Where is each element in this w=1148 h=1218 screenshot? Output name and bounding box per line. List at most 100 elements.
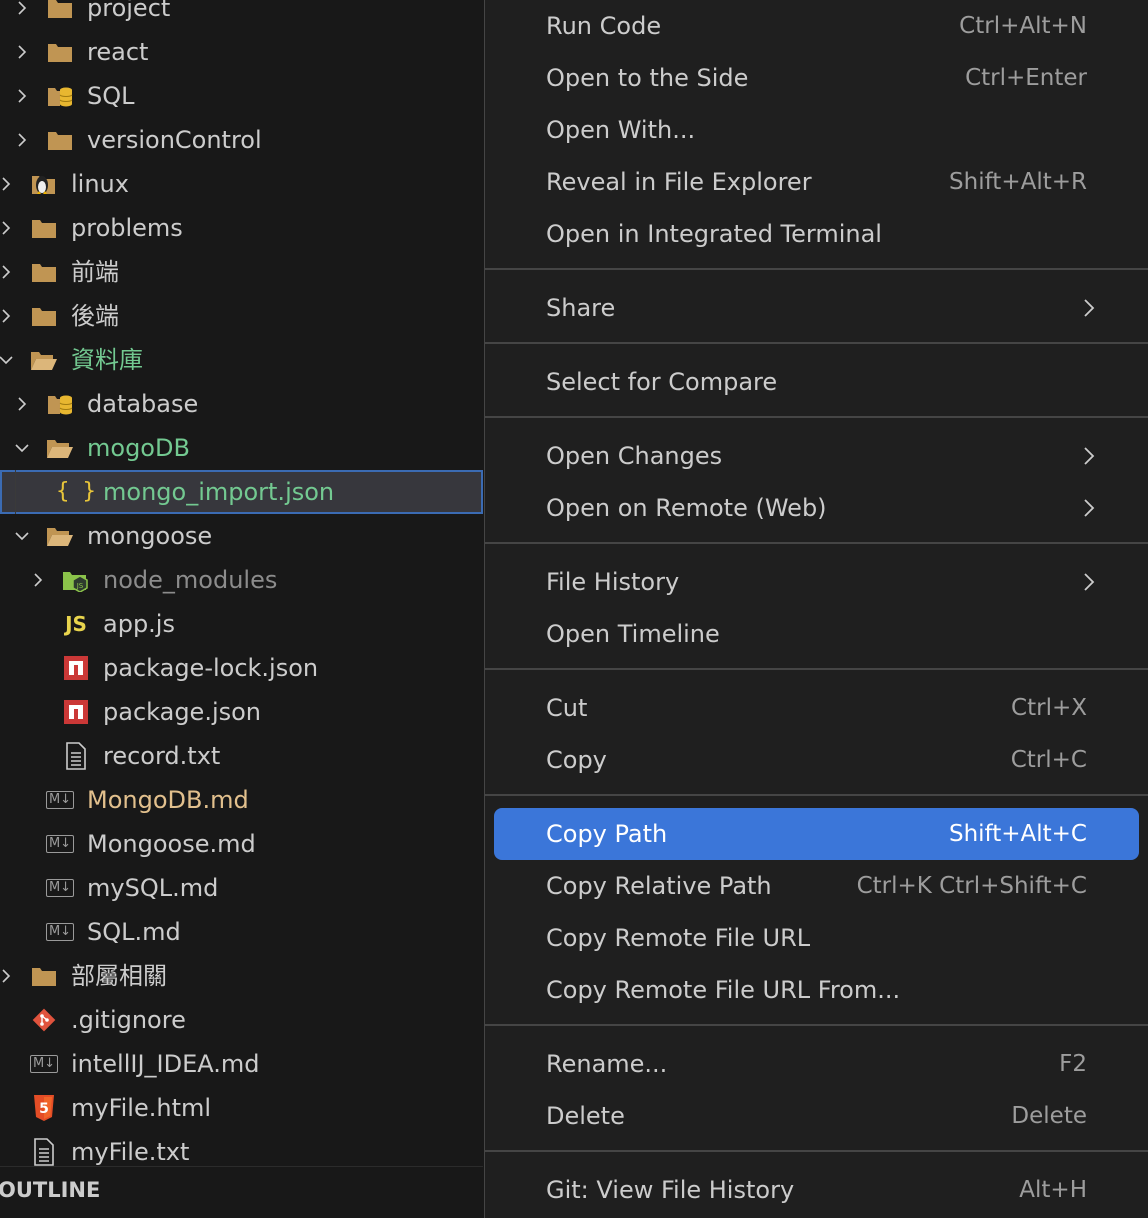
tree-item-record-txt[interactable]: record.txt <box>0 734 483 778</box>
markdown-icon: M↓ <box>29 1042 59 1086</box>
markdown-icon-glyph: M↓ <box>45 923 75 941</box>
tree-item-label: problems <box>71 214 183 242</box>
chevron-down-icon[interactable] <box>11 426 33 470</box>
tree-item-mongo-import-json[interactable]: { } mongo_import.json <box>0 470 483 514</box>
menu-item-open-with[interactable]: Open With... <box>494 104 1139 156</box>
menu-item-shortcut: Ctrl+X <box>1011 695 1087 721</box>
json-file-icon: { } <box>56 479 96 504</box>
tree-item-label: database <box>87 390 199 418</box>
tree-item-react[interactable]: react <box>0 30 483 74</box>
chevron-right-icon[interactable] <box>0 162 17 206</box>
tree-item-deployment[interactable]: 部屬相關 <box>0 954 483 998</box>
chevron-right-icon[interactable] <box>0 206 17 250</box>
tree-item-database[interactable]: database <box>0 382 483 426</box>
menu-item-copy-relative-path[interactable]: Copy Relative Path Ctrl+K Ctrl+Shift+C <box>494 860 1139 912</box>
menu-item-copy-remote-file-url[interactable]: Copy Remote File URL <box>494 912 1139 964</box>
menu-item-open-on-remote[interactable]: Open on Remote (Web) <box>494 482 1139 534</box>
menu-item-shortcut: F2 <box>1059 1051 1087 1077</box>
chevron-right-icon[interactable] <box>11 118 33 162</box>
menu-separator <box>485 542 1148 544</box>
menu-item-shortcut: Ctrl+Alt+N <box>959 13 1087 39</box>
menu-item-label: Open on Remote (Web) <box>546 494 827 522</box>
tree-item-label: mongoose <box>87 522 213 550</box>
markdown-icon-glyph: M↓ <box>45 791 75 809</box>
menu-item-rename[interactable]: Rename... F2 <box>494 1038 1139 1090</box>
menu-item-shortcut: Shift+Alt+C <box>948 821 1087 847</box>
tree-item-label: SQL.md <box>87 918 181 946</box>
tree-item-mogodb[interactable]: mogoDB <box>0 426 483 470</box>
menu-item-open-changes[interactable]: Open Changes <box>494 430 1139 482</box>
chevron-right-icon[interactable] <box>11 382 33 426</box>
node-modules-folder-icon: JS <box>62 558 90 602</box>
tree-item-intellij-idea-md[interactable]: M↓ intellIJ_IDEA.md <box>0 1042 483 1086</box>
chevron-right-icon[interactable] <box>11 74 33 118</box>
tree-item-database-root[interactable]: 資料庫 <box>0 338 483 382</box>
menu-item-copy[interactable]: Copy Ctrl+C <box>494 734 1139 786</box>
chevron-right-icon <box>1084 573 1095 591</box>
menu-item-label: Open Timeline <box>546 620 720 648</box>
menu-item-open-timeline[interactable]: Open Timeline <box>494 608 1139 660</box>
markdown-icon: M↓ <box>45 822 75 866</box>
tree-item-backend[interactable]: 後端 <box>0 294 483 338</box>
chevron-right-icon[interactable] <box>27 558 49 602</box>
tree-item-node-modules[interactable]: JS node_modules <box>0 558 483 602</box>
tree-item-package-lock-json[interactable]: package-lock.json <box>0 646 483 690</box>
menu-separator <box>485 794 1148 796</box>
markdown-icon: M↓ <box>45 778 75 822</box>
tree-item-sql-md[interactable]: M↓ SQL.md <box>0 910 483 954</box>
tree-item-label: SQL <box>87 82 135 110</box>
tree-item-mysql-md[interactable]: M↓ mySQL.md <box>0 866 483 910</box>
tree-item-frontend[interactable]: 前端 <box>0 250 483 294</box>
menu-item-select-for-compare[interactable]: Select for Compare <box>494 356 1139 408</box>
menu-item-shortcut: Shift+Alt+R <box>949 169 1087 195</box>
chevron-down-icon[interactable] <box>11 514 33 558</box>
tree-item-project[interactable]: project <box>0 0 483 30</box>
chevron-right-icon[interactable] <box>11 0 33 30</box>
tree-item-versioncontrol[interactable]: versionControl <box>0 118 483 162</box>
menu-item-file-history[interactable]: File History <box>494 556 1139 608</box>
database-folder-icon <box>46 382 74 426</box>
markdown-icon-glyph: M↓ <box>45 835 75 853</box>
tree-item-mongodb-md[interactable]: M↓ MongoDB.md <box>0 778 483 822</box>
chevron-right-icon <box>1084 299 1095 317</box>
tree-item-package-json[interactable]: package.json <box>0 690 483 734</box>
menu-item-label: Copy Remote File URL <box>546 924 811 952</box>
indent-guide <box>15 470 16 514</box>
tree-item-linux[interactable]: linux <box>0 162 483 206</box>
menu-item-run-code[interactable]: Run Code Ctrl+Alt+N <box>494 0 1139 52</box>
outline-section-header[interactable]: OUTLINE <box>0 1166 483 1218</box>
menu-item-label: Rename... <box>546 1050 668 1078</box>
chevron-right-icon[interactable] <box>11 30 33 74</box>
tree-item-gitignore[interactable]: .gitignore <box>0 998 483 1042</box>
chevron-down-icon[interactable] <box>0 338 17 382</box>
menu-item-open-to-side[interactable]: Open to the Side Ctrl+Enter <box>494 52 1139 104</box>
menu-separator <box>485 268 1148 270</box>
menu-item-copy-path[interactable]: Copy Path Shift+Alt+C <box>494 808 1139 860</box>
tree-item-label: package.json <box>103 698 262 726</box>
tree-item-mongoose-md[interactable]: M↓ Mongoose.md <box>0 822 483 866</box>
tree-item-sql-folder[interactable]: SQL <box>0 74 483 118</box>
menu-item-copy-remote-file-url-from[interactable]: Copy Remote File URL From... <box>494 964 1139 1016</box>
menu-item-delete[interactable]: Delete Delete <box>494 1090 1139 1142</box>
menu-item-reveal-in-file-explorer[interactable]: Reveal in File Explorer Shift+Alt+R <box>494 156 1139 208</box>
tree-item-mongoose[interactable]: mongoose <box>0 514 483 558</box>
tree-item-app-js[interactable]: JS app.js <box>0 602 483 646</box>
tree-item-label: 部屬相關 <box>71 962 167 990</box>
tree-item-label: 資料庫 <box>71 346 143 374</box>
tree-item-label: Mongoose.md <box>87 830 256 858</box>
chevron-right-icon[interactable] <box>0 954 17 998</box>
npm-icon <box>62 690 90 734</box>
menu-item-open-in-integrated-terminal[interactable]: Open in Integrated Terminal <box>494 208 1139 260</box>
chevron-right-icon[interactable] <box>0 294 17 338</box>
menu-item-git-view-file-history[interactable]: Git: View File History Alt+H <box>494 1164 1139 1216</box>
tree-item-label: myFile.html <box>71 1094 212 1122</box>
tree-item-myfile-html[interactable]: 5 myFile.html <box>0 1086 483 1130</box>
tree-item-label: mongo_import.json <box>103 478 335 506</box>
menu-item-share[interactable]: Share <box>494 282 1139 334</box>
menu-item-cut[interactable]: Cut Ctrl+X <box>494 682 1139 734</box>
chevron-right-icon[interactable] <box>0 250 17 294</box>
tree-item-label: node_modules <box>103 566 278 594</box>
menu-item-label: Git: View File History <box>546 1176 795 1204</box>
tree-item-problems[interactable]: problems <box>0 206 483 250</box>
menu-item-label: Share <box>546 294 616 322</box>
